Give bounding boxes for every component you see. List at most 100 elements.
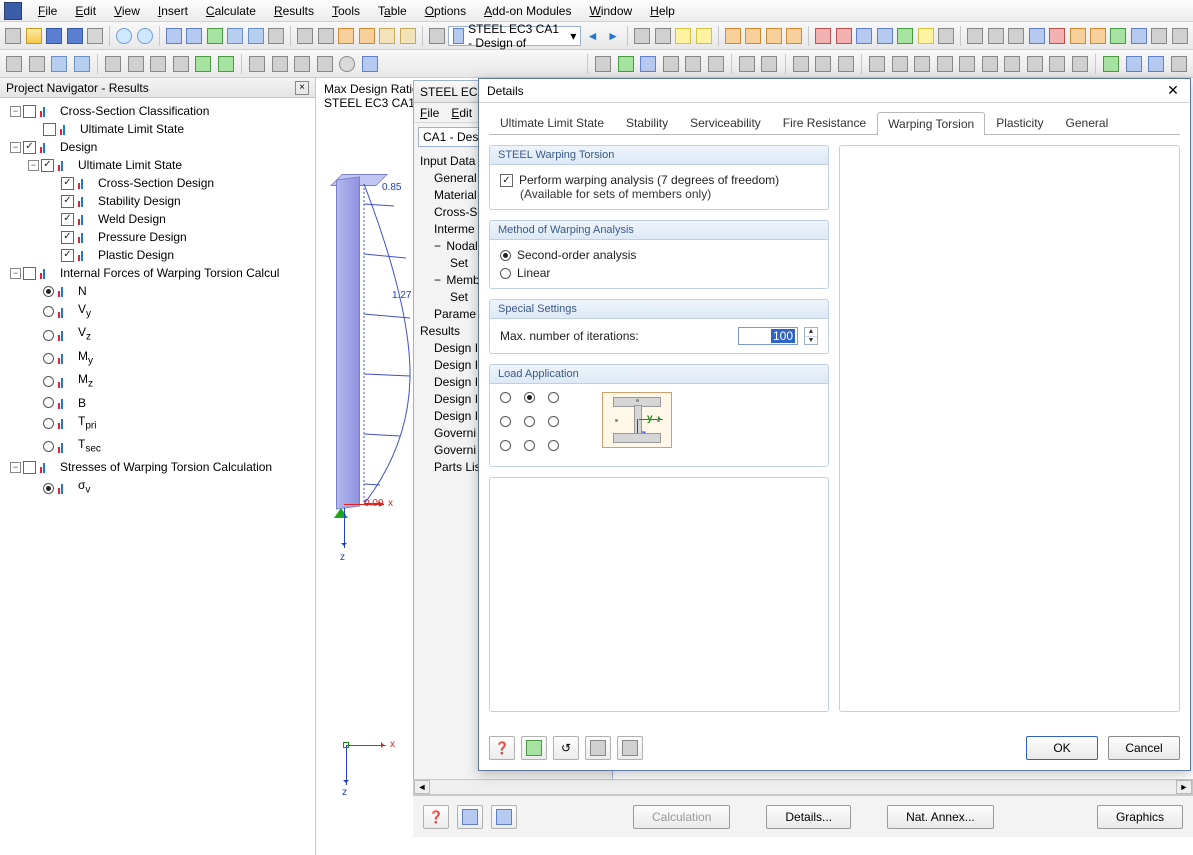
tree-checkbox[interactable]	[61, 249, 74, 262]
tb-prev[interactable]: ◄	[583, 25, 601, 47]
tb-redo[interactable]	[135, 25, 153, 47]
tree-radio[interactable]	[43, 483, 54, 494]
tree-node[interactable]: −Ultimate Limit State	[2, 156, 313, 174]
tree-node[interactable]: Vy	[2, 300, 313, 323]
tb-g2[interactable]	[835, 25, 853, 47]
menu-help[interactable]: Help	[642, 2, 683, 20]
dlg-units-button[interactable]	[521, 736, 547, 760]
menu-results[interactable]: Results	[266, 2, 322, 20]
tb-h1[interactable]	[966, 25, 984, 47]
tb-d1[interactable]	[428, 25, 446, 47]
t2-b3[interactable]	[148, 53, 169, 75]
tb-g6[interactable]	[916, 25, 934, 47]
tree-toggle[interactable]: −	[10, 106, 21, 117]
tb-g5[interactable]	[896, 25, 914, 47]
tab-warping-torsion[interactable]: Warping Torsion	[877, 112, 985, 135]
tb-h8[interactable]	[1109, 25, 1127, 47]
tab-ultimate-limit-state[interactable]: Ultimate Limit State	[489, 111, 615, 134]
tb-e3[interactable]	[674, 25, 692, 47]
dlg-save-default-button[interactable]	[617, 736, 643, 760]
tree-checkbox[interactable]	[61, 195, 74, 208]
tb-g7[interactable]	[937, 25, 955, 47]
t2-f3[interactable]	[836, 53, 857, 75]
tree-node[interactable]: Mz	[2, 370, 313, 393]
spin-down[interactable]: ▼	[805, 337, 817, 345]
t2-c3[interactable]	[292, 53, 313, 75]
menu-addon[interactable]: Add-on Modules	[476, 2, 579, 20]
tb-g4[interactable]	[876, 25, 894, 47]
tb-save[interactable]	[45, 25, 63, 47]
t2-c5[interactable]	[337, 53, 358, 75]
menu-file[interactable]: File	[30, 2, 65, 20]
tb-new[interactable]	[4, 25, 22, 47]
tree-node[interactable]: Tsec	[2, 435, 313, 458]
tb-c3[interactable]	[337, 25, 355, 47]
menu-insert[interactable]: Insert	[150, 2, 196, 20]
tree-radio[interactable]	[43, 330, 54, 341]
tab-general[interactable]: General	[1055, 111, 1120, 134]
t2-b5[interactable]	[193, 53, 214, 75]
menu-calculate[interactable]: Calculate	[198, 2, 264, 20]
tb-b6[interactable]	[267, 25, 285, 47]
calculation-button[interactable]: Calculation	[633, 805, 730, 829]
menu-options[interactable]: Options	[417, 2, 474, 20]
tb-g3[interactable]	[855, 25, 873, 47]
t2-d1[interactable]	[593, 53, 614, 75]
tb-h9[interactable]	[1130, 25, 1148, 47]
dlg-reset-button[interactable]: ↺	[553, 736, 579, 760]
navigator-close[interactable]: ×	[295, 81, 309, 95]
tb-next[interactable]: ►	[604, 25, 622, 47]
tb-b5[interactable]	[246, 25, 264, 47]
t2-c2[interactable]	[269, 53, 290, 75]
t2-g3[interactable]	[912, 53, 933, 75]
tab-stability[interactable]: Stability	[615, 111, 679, 134]
tree-checkbox[interactable]	[61, 177, 74, 190]
dlg-default-button[interactable]	[585, 736, 611, 760]
load-position-2[interactable]	[548, 392, 559, 403]
tree-node[interactable]: My	[2, 347, 313, 370]
tree-node[interactable]: Plastic Design	[2, 246, 313, 264]
tb-print[interactable]	[86, 25, 104, 47]
t2-d5[interactable]	[683, 53, 704, 75]
tree-checkbox[interactable]	[23, 461, 36, 474]
tree-radio[interactable]	[43, 418, 54, 429]
tb-e2[interactable]	[654, 25, 672, 47]
t2-b1[interactable]	[103, 53, 124, 75]
module-combo[interactable]: STEEL EC3 CA1 - Design of ▾	[448, 26, 581, 46]
tb-f3[interactable]	[765, 25, 783, 47]
spin-up[interactable]: ▲	[805, 328, 817, 337]
tb-c6[interactable]	[398, 25, 416, 47]
t2-e2[interactable]	[759, 53, 780, 75]
tree-node[interactable]: N	[2, 282, 313, 300]
load-position-8[interactable]	[548, 440, 559, 451]
tree-node[interactable]: Tpri	[2, 412, 313, 435]
t2-d6[interactable]	[705, 53, 726, 75]
tb-f1[interactable]	[724, 25, 742, 47]
scroll-left[interactable]: ◄	[414, 780, 430, 794]
tree-checkbox[interactable]	[23, 267, 36, 280]
t2-c1[interactable]	[247, 53, 268, 75]
t2-a2[interactable]	[27, 53, 48, 75]
tb-b1[interactable]	[165, 25, 183, 47]
radio-second-order[interactable]	[500, 250, 511, 261]
tb-h6[interactable]	[1068, 25, 1086, 47]
menu-view[interactable]: View	[106, 2, 148, 20]
module-menu-edit[interactable]: Edit	[451, 106, 472, 120]
tb-h11[interactable]	[1170, 25, 1188, 47]
module-menu-file[interactable]: File	[420, 106, 439, 120]
import-button[interactable]	[491, 805, 517, 829]
t2-g6[interactable]	[980, 53, 1001, 75]
horizontal-scrollbar[interactable]: ◄ ►	[413, 779, 1193, 795]
t2-h4[interactable]	[1168, 53, 1189, 75]
menu-tools[interactable]: Tools	[324, 2, 368, 20]
tree-radio[interactable]	[43, 397, 54, 408]
warping-checkbox[interactable]	[500, 174, 513, 187]
details-button[interactable]: Details...	[766, 805, 851, 829]
tab-fire-resistance[interactable]: Fire Resistance	[772, 111, 877, 134]
load-position-3[interactable]	[500, 416, 511, 427]
tb-f4[interactable]	[785, 25, 803, 47]
tree-checkbox[interactable]	[23, 105, 36, 118]
tb-open[interactable]	[24, 25, 42, 47]
tb-g1[interactable]	[814, 25, 832, 47]
help-button[interactable]: ❓	[423, 805, 449, 829]
